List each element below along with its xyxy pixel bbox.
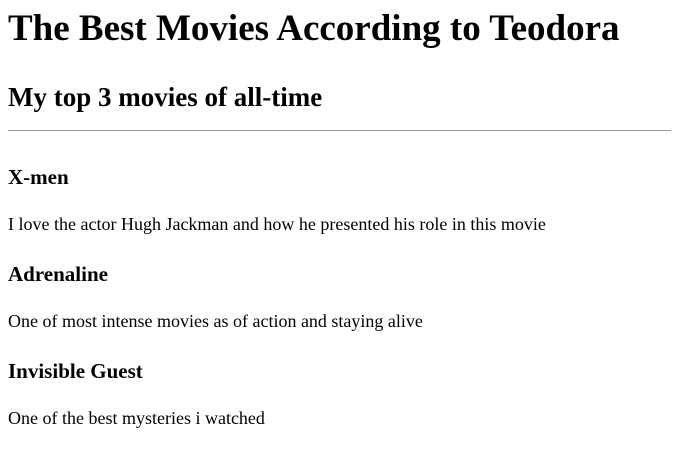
movie-description: One of most intense movies as of action … [8,311,423,331]
movie-title: Adrenaline [8,262,108,286]
movie-entry-x-men: X-men I love the actor Hugh Jackman and … [8,165,671,235]
page-title: The Best Movies According to Teodora [8,8,620,49]
movie-description: One of the best mysteries i watched [8,408,265,428]
movie-title: Invisible Guest [8,359,143,383]
page-subtitle: My top 3 movies of all-time [8,82,323,112]
divider [8,130,671,131]
movie-entry-adrenaline: Adrenaline One of most intense movies as… [8,262,671,332]
movie-entry-invisible-guest: Invisible Guest One of the best mysterie… [8,359,671,429]
movie-description: I love the actor Hugh Jackman and how he… [8,214,546,234]
movie-title: X-men [8,165,69,189]
